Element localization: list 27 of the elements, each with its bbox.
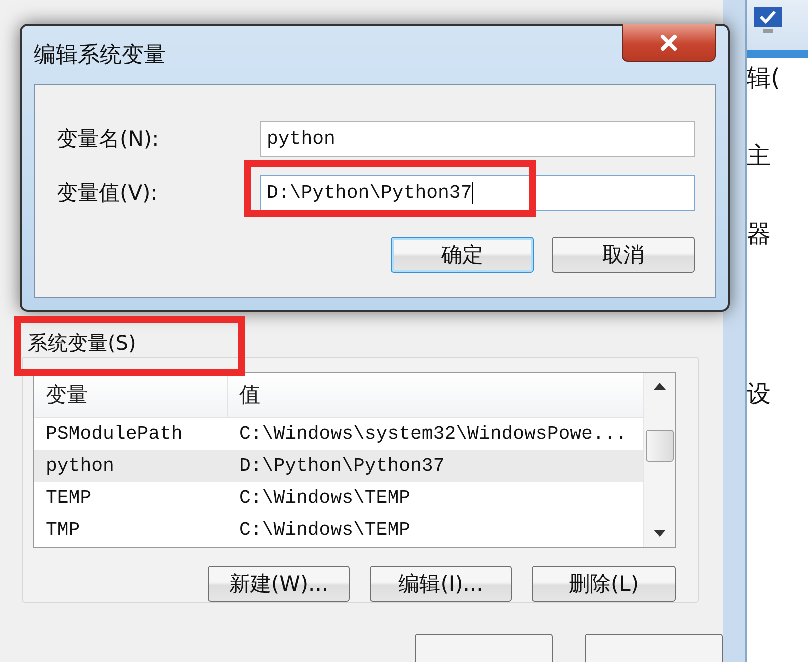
dialog-title: 编辑系统变量 xyxy=(34,42,166,70)
field-label: 变量名(N): xyxy=(57,126,160,153)
variable-value: C:\Windows\TEMP xyxy=(238,519,412,541)
dialog-button[interactable]: 确定 xyxy=(391,237,534,273)
variable-value: C:\Windows\TEMP xyxy=(238,487,412,509)
side-text: 器 xyxy=(747,219,772,250)
side-text: 辑( xyxy=(747,63,782,94)
variable-name: PSModulePath xyxy=(45,423,184,445)
column-header[interactable]: 变量 xyxy=(34,373,228,417)
variable-name: TMP xyxy=(45,519,82,541)
side-text: 设 xyxy=(747,379,772,410)
variable-value: D:\Python\Python37 xyxy=(238,455,446,477)
group-label: 系统变量(S) xyxy=(28,330,136,357)
dialog-button[interactable]: 取消 xyxy=(552,237,695,273)
side-text: 主 xyxy=(747,141,772,172)
variable-name: TEMP xyxy=(45,487,93,509)
input-field[interactable]: D:\Python\Python37 xyxy=(260,175,695,211)
input-field[interactable]: python xyxy=(260,121,695,157)
list-action-button[interactable]: 编辑(I)... xyxy=(370,566,512,602)
list-row[interactable]: python D:\Python\Python37 xyxy=(34,450,643,482)
list-action-button[interactable]: 删除(L) xyxy=(532,566,676,602)
variable-value: C:\Windows\system32\WindowsPowe... xyxy=(238,423,628,445)
variable-name: python xyxy=(45,455,116,477)
field-label: 变量值(V): xyxy=(57,180,159,207)
list-action-button[interactable]: 新建(W)... xyxy=(208,566,350,602)
variable-list[interactable]: 变量 值 PSModulePath C:\Windows\system32\WindowsPowe... python D:\Python\Python37 TEMP C:\Windows\TEMP TMP C:\Windows\TEMP xyxy=(33,372,676,548)
column-header[interactable]: 值 xyxy=(228,373,643,417)
